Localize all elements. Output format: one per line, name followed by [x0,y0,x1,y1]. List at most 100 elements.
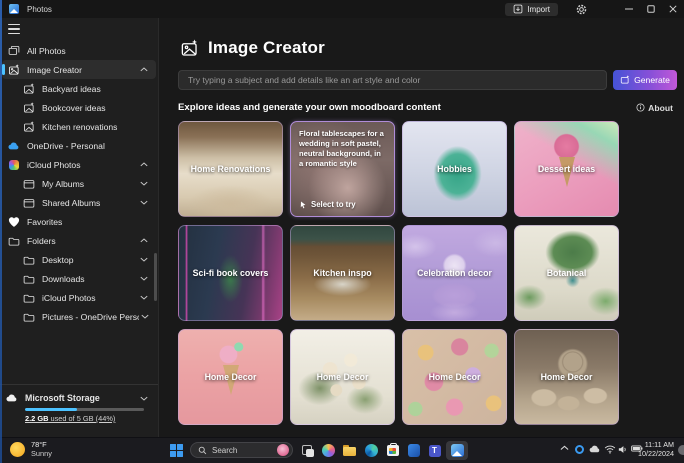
storage-title: Microsoft Storage [25,393,100,403]
sidebar-item-image-creator[interactable]: Image Creator [2,60,156,79]
file-explorer-icon[interactable] [342,443,357,458]
image-creator-icon [22,101,35,114]
sidebar-item-desktop[interactable]: Desktop [2,250,156,269]
sidebar-item-icloud-photos-folder[interactable]: iCloud Photos [2,288,156,307]
card-label: Botanical [543,268,591,278]
select-to-try: Select to try [299,200,386,209]
sidebar-item-bookcover-ideas[interactable]: Bookcover ideas [2,98,156,117]
card-label: Celebration decor [413,268,496,278]
idea-card-home-decor-1[interactable]: Home Decor [178,329,283,425]
phone-link-icon[interactable] [406,443,421,458]
sidebar-item-kitchen-renovations[interactable]: Kitchen renovations [2,117,156,136]
chevron-up-icon[interactable] [138,162,150,167]
idea-card-botanical[interactable]: Botanical [514,225,619,321]
sidebar-item-my-albums[interactable]: My Albums [2,174,156,193]
sidebar-divider [0,384,158,385]
copilot-icon[interactable] [321,443,336,458]
chevron-up-icon[interactable] [138,238,150,243]
idea-card-home-renovations[interactable]: Home Renovations [178,121,283,217]
idea-card-floral-prompt[interactable]: Floral tablescapes for a wedding in soft… [290,121,395,217]
minimize-button[interactable] [618,0,640,18]
sidebar-item-favorites[interactable]: Favorites [2,212,156,231]
chevron-down-icon[interactable] [138,181,150,186]
chevron-up-icon[interactable] [138,67,150,72]
photos-taskbar-icon[interactable] [446,441,468,460]
onedrive-tray-icon[interactable] [589,445,601,453]
taskbar: 78°F Sunny Search T 11:11 AM 10/22/2024 [0,437,684,463]
idea-card-celebration-decor[interactable]: Celebration decor [402,225,507,321]
idea-card-grid: Home Renovations Floral tablescapes for … [178,121,619,425]
storage-progress-fill [25,408,77,411]
about-button[interactable]: About [636,103,673,113]
chevron-down-icon[interactable] [139,314,150,319]
import-icon [513,4,523,14]
generate-label: Generate [634,75,670,85]
sun-icon [10,442,25,457]
import-button[interactable]: Import [505,3,558,16]
chevron-down-icon[interactable] [138,200,150,205]
sidebar-item-shared-albums[interactable]: Shared Albums [2,193,156,212]
chevron-down-icon[interactable] [138,257,150,262]
sidebar-item-backyard-ideas[interactable]: Backyard ideas [2,79,156,98]
explore-row: Explore ideas and generate your own mood… [178,102,673,113]
sidebar-item-label: Bookcover ideas [42,103,106,113]
storage-usage-link[interactable]: 2.2 GB used of 5 GB (44%) [25,414,144,423]
sidebar-item-all-photos[interactable]: All Photos [2,41,156,60]
sidebar-item-downloads[interactable]: Downloads [2,269,156,288]
idea-card-home-decor-3[interactable]: Home Decor [402,329,507,425]
tray-app-icon[interactable] [575,445,584,454]
image-creator-icon [22,120,35,133]
volume-icon[interactable] [618,445,628,454]
idea-card-scifi-book-covers[interactable]: Sci-fi book covers [178,225,283,321]
main-content: Image Creator Generate Explore ideas and… [158,18,684,438]
settings-gear-icon[interactable] [572,2,590,16]
card-label: Home Decor [201,372,261,382]
start-button[interactable] [170,444,183,457]
idea-card-dessert-ideas[interactable]: Dessert ideas [514,121,619,217]
onedrive-cloud-icon [7,139,20,152]
storage-header[interactable]: Microsoft Storage [0,390,158,406]
title-bar: Photos Import [0,0,684,18]
microsoft-store-icon[interactable] [385,443,400,458]
idea-card-hobbies[interactable]: Hobbies [402,121,507,217]
idea-card-kitchen-inspo[interactable]: Kitchen inspo [290,225,395,321]
task-view-icon[interactable] [300,443,315,458]
notification-icon[interactable] [678,445,684,455]
prompt-input[interactable] [178,70,607,90]
clock[interactable]: 11:11 AM 10/22/2024 [638,441,674,458]
chevron-down-icon[interactable] [138,396,150,401]
wifi-icon[interactable] [604,445,616,454]
teams-icon[interactable]: T [427,443,442,458]
sidebar-item-label: Kitchen renovations [42,122,117,132]
folder-icon [22,310,35,323]
chevron-down-icon[interactable] [138,295,150,300]
idea-card-home-decor-4[interactable]: Home Decor [514,329,619,425]
folder-icon [22,291,35,304]
sidebar-item-onedrive-personal[interactable]: OneDrive - Personal [2,136,156,155]
sidebar-item-icloud-photos[interactable]: iCloud Photos [2,155,156,174]
clock-date: 10/22/2024 [638,450,674,459]
sidebar-item-folders[interactable]: Folders [2,231,156,250]
weather-condition: Sunny [31,450,52,459]
menu-hamburger-icon[interactable] [8,24,20,34]
maximize-button[interactable] [640,0,662,18]
card-label: Hobbies [433,164,476,174]
generate-button[interactable]: Generate [613,70,677,90]
card-label: Sci-fi book covers [189,268,273,278]
image-creator-icon [22,82,35,95]
card-label: Home Decor [425,372,485,382]
card-label: Home Renovations [187,164,275,174]
close-button[interactable] [662,0,684,18]
edge-browser-icon[interactable] [364,443,379,458]
photos-app-window: Photos Import All Photos [0,0,684,463]
tray-chevron-up-icon[interactable] [560,445,569,451]
taskbar-search[interactable]: Search [190,442,293,458]
idea-card-home-decor-2[interactable]: Home Decor [290,329,395,425]
search-highlight-icon[interactable] [277,444,289,456]
sidebar-item-label: Pictures - OneDrive Personal [42,312,139,322]
image-creator-icon [180,39,199,58]
sidebar-scrollbar[interactable] [154,253,157,301]
sidebar-item-pictures-onedrive[interactable]: Pictures - OneDrive Personal [2,307,156,326]
weather-widget[interactable]: 78°F Sunny [10,441,52,458]
chevron-down-icon[interactable] [138,276,150,281]
